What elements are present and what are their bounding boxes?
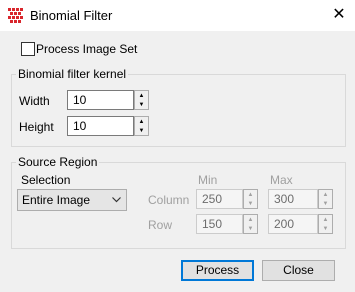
spin-up-icon[interactable]: ▲ <box>319 190 332 199</box>
kernel-group-title: Binomial filter kernel <box>16 67 129 81</box>
close-window-button[interactable]: ✕ <box>328 4 350 26</box>
max-header: Max <box>270 173 293 187</box>
selection-label: Selection <box>21 173 71 187</box>
kernel-group-box <box>11 74 346 147</box>
spin-up-icon[interactable]: ▲ <box>319 215 332 224</box>
spin-down-icon[interactable]: ▼ <box>319 199 332 208</box>
spin-up-icon[interactable]: ▲ <box>135 117 148 126</box>
spin-up-icon[interactable]: ▲ <box>244 215 257 224</box>
row-max-input[interactable]: 200 <box>268 214 318 234</box>
source-region-title: Source Region <box>16 155 100 169</box>
row-max-spinner[interactable]: ▲ ▼ <box>318 214 333 234</box>
column-max-spinner[interactable]: ▲ ▼ <box>318 189 333 209</box>
width-label: Width <box>19 94 50 108</box>
row-label: Row <box>148 218 173 232</box>
spin-up-icon[interactable]: ▲ <box>244 190 257 199</box>
height-label: Height <box>19 120 54 134</box>
width-input[interactable]: 10 <box>67 90 134 110</box>
height-spinner[interactable]: ▲ ▼ <box>134 116 149 136</box>
width-spinner[interactable]: ▲ ▼ <box>134 90 149 110</box>
column-label: Column <box>148 193 190 207</box>
spin-down-icon[interactable]: ▼ <box>244 224 257 233</box>
spin-up-icon[interactable]: ▲ <box>135 91 148 100</box>
spin-down-icon[interactable]: ▼ <box>135 126 148 135</box>
app-dots-icon <box>8 8 23 23</box>
process-image-set-label: Process Image Set <box>36 42 138 56</box>
chevron-down-icon <box>112 197 121 203</box>
close-icon: ✕ <box>332 6 346 23</box>
spin-down-icon[interactable]: ▼ <box>135 100 148 109</box>
spin-down-icon[interactable]: ▼ <box>319 224 332 233</box>
title-bar: Binomial Filter ✕ <box>0 0 355 31</box>
selection-value: Entire Image <box>22 193 91 207</box>
process-image-set-checkbox[interactable] <box>21 42 35 56</box>
column-max-input[interactable]: 300 <box>268 189 318 209</box>
spin-down-icon[interactable]: ▼ <box>244 199 257 208</box>
window-title: Binomial Filter <box>30 8 113 23</box>
column-min-input[interactable]: 250 <box>196 189 243 209</box>
row-min-input[interactable]: 150 <box>196 214 243 234</box>
selection-dropdown[interactable]: Entire Image <box>17 189 127 211</box>
process-button[interactable]: Process <box>181 260 254 281</box>
min-header: Min <box>198 173 218 187</box>
row-min-spinner[interactable]: ▲ ▼ <box>243 214 258 234</box>
height-input[interactable]: 10 <box>67 116 134 136</box>
close-button[interactable]: Close <box>262 260 335 281</box>
column-min-spinner[interactable]: ▲ ▼ <box>243 189 258 209</box>
